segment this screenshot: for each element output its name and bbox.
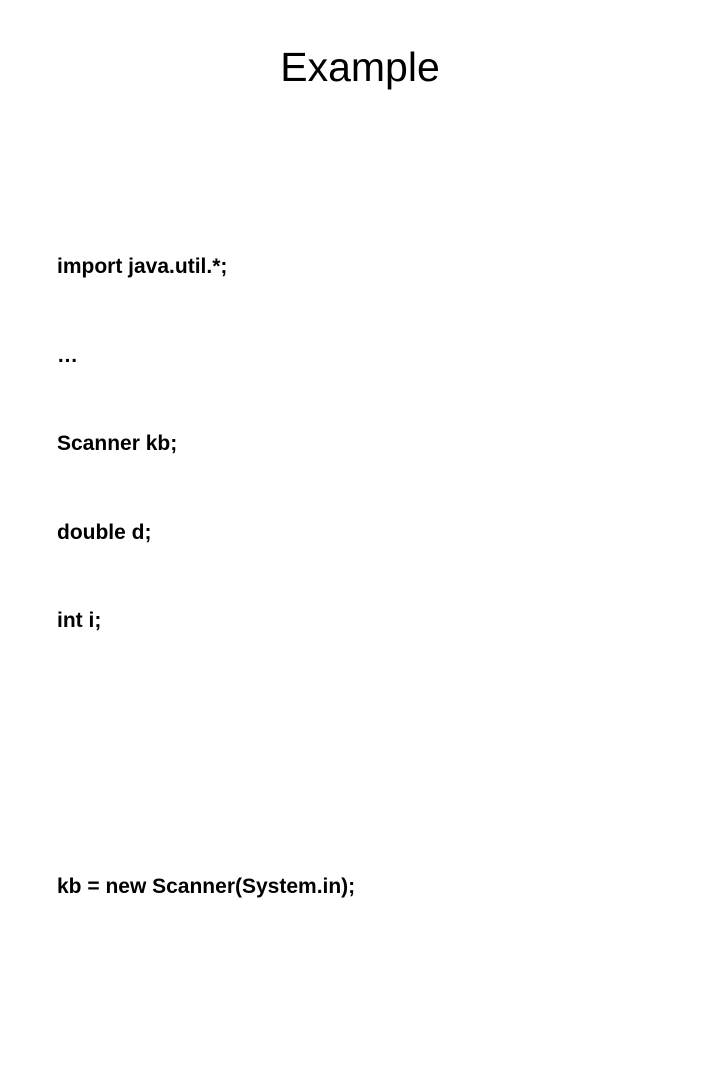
code-line: double d; <box>57 520 152 544</box>
declarations-block: import java.util.*; … Scanner kb; double… <box>57 193 707 695</box>
code-line: int i; <box>57 609 102 632</box>
code-line: Scanner kb; <box>57 432 178 455</box>
code-content: import java.util.*; … Scanner kb; double… <box>57 134 707 1080</box>
code-line: import java.util.*; <box>57 255 228 278</box>
io-block: System.out.print(“Enter a real number: ”… <box>57 1078 707 1080</box>
slide: Example import java.util.*; … Scanner kb… <box>0 0 720 898</box>
code-line: … <box>57 343 78 367</box>
page-title: Example <box>280 44 440 90</box>
code-line: kb = new Scanner(System.in); <box>57 874 356 898</box>
scanner-init-block: kb = new Scanner(System.in); <box>57 813 707 961</box>
